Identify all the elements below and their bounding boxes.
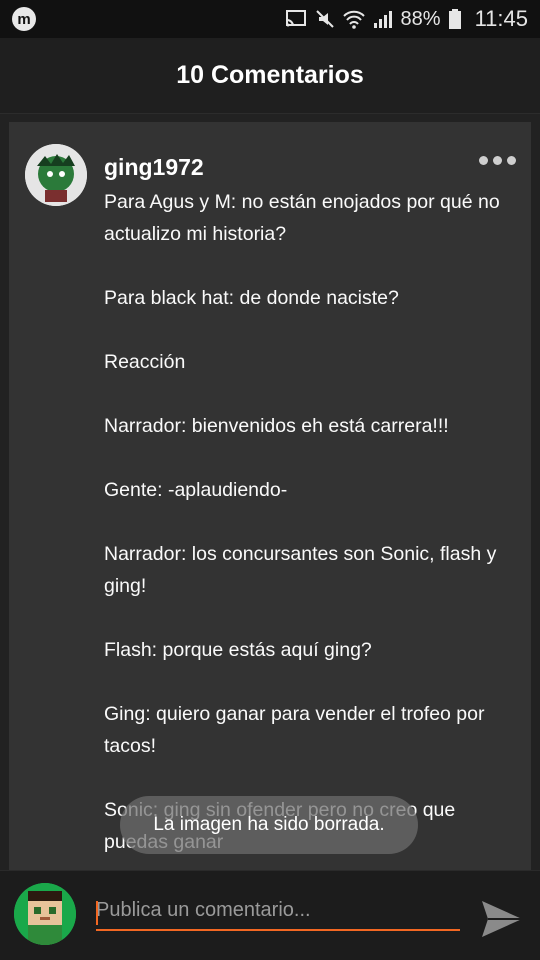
signal-icon	[373, 11, 392, 28]
commenter-avatar[interactable]	[25, 144, 87, 206]
status-icons: 88% 11:45	[285, 6, 528, 32]
cast-icon	[285, 10, 306, 27]
comment-line: Ging: quiero ganar para vender el trofeo…	[104, 703, 485, 757]
comment-line: Para Agus y M: no están enojados por qué…	[104, 191, 500, 245]
header: 10 Comentarios	[0, 38, 540, 114]
comment-input[interactable]	[96, 891, 460, 931]
status-bar: m 88% 11:45	[0, 0, 540, 38]
commenter-avatar-image	[25, 144, 87, 206]
send-icon[interactable]	[480, 899, 524, 939]
user-avatar-image	[14, 883, 76, 945]
comment-line: Narrador: los concursantes son Sonic, fl…	[104, 543, 497, 597]
battery-icon	[448, 9, 461, 29]
more-options-icon[interactable]	[479, 156, 516, 165]
comment-line: Reacción	[104, 351, 186, 373]
toast-text: La imagen ha sido borrada.	[153, 814, 385, 835]
text-caret	[96, 901, 98, 925]
comments-list[interactable]: ging1972 Para Agus y M: no están enojado…	[0, 114, 540, 870]
comment-line: Gente: -aplaudiendo-	[104, 479, 288, 501]
comment-composer	[0, 870, 540, 960]
wifi-icon	[342, 10, 365, 29]
toast-notification: La imagen ha sido borrada.	[120, 796, 418, 854]
comment-line: Flash: porque estás aquí ging?	[104, 639, 372, 661]
comment-card: ging1972 Para Agus y M: no están enojado…	[9, 122, 531, 870]
comment-body: Para Agus y M: no están enojados por qué…	[104, 186, 520, 870]
user-avatar[interactable]	[14, 883, 76, 945]
mute-icon	[315, 10, 334, 28]
page-title: 10 Comentarios	[176, 61, 364, 89]
commenter-username[interactable]: ging1972	[104, 154, 204, 181]
battery-percentage: 88%	[400, 7, 441, 30]
clock: 11:45	[474, 6, 528, 31]
comment-line: Narrador: bienvenidos eh está carrera!!!	[104, 415, 449, 437]
comment-line: Para black hat: de donde naciste?	[104, 287, 399, 309]
app-notification-icon: m	[12, 7, 36, 31]
